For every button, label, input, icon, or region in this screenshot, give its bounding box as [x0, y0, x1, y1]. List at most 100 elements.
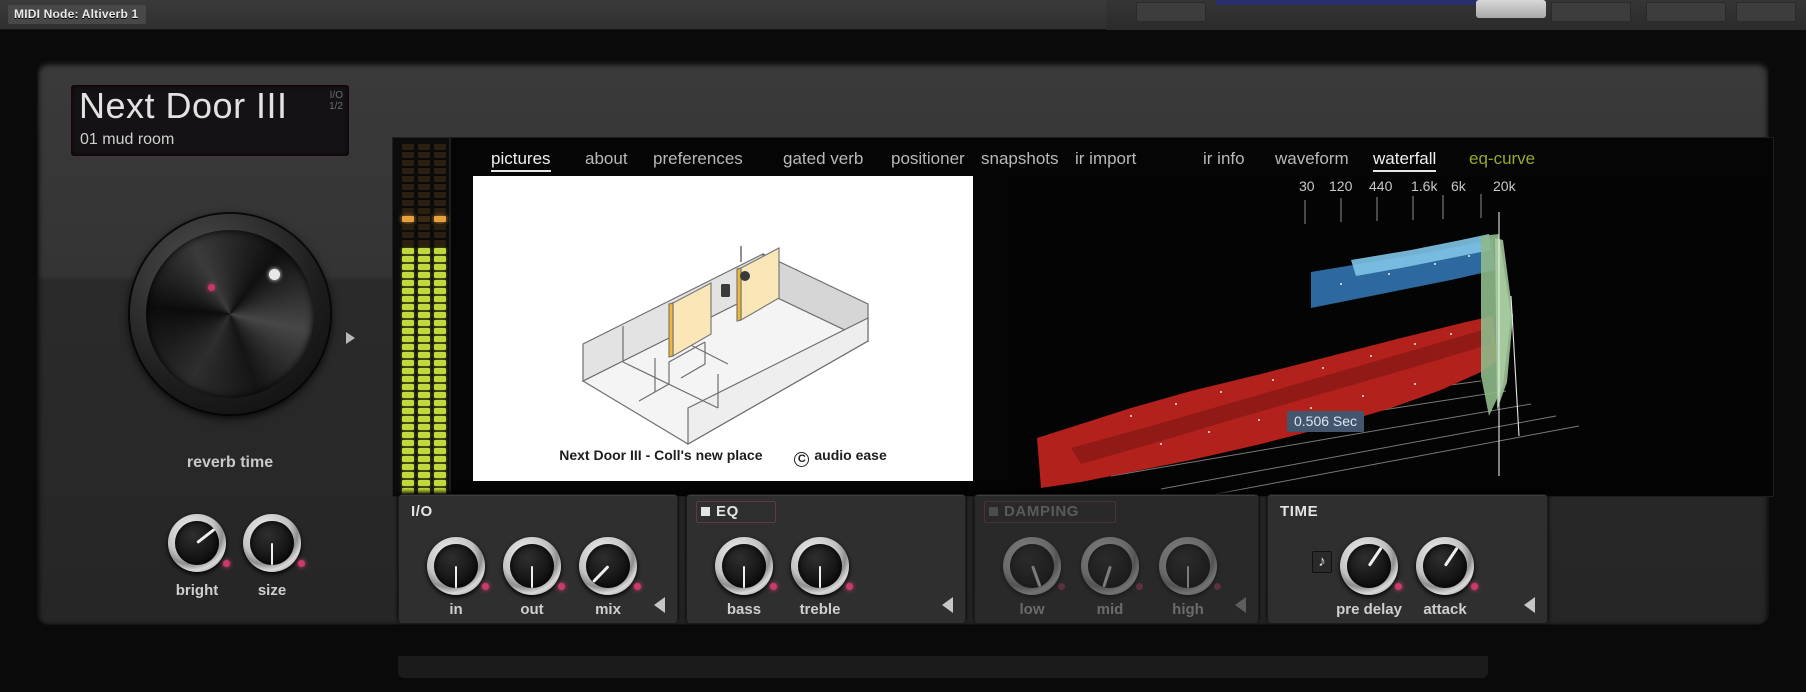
treble-knob-indicator	[818, 566, 822, 588]
chassis-foot-plate	[398, 656, 1488, 678]
module-io-expander[interactable]	[654, 597, 665, 613]
level-meters	[392, 137, 450, 497]
freq-label-1.6k: 1.6k	[1411, 178, 1438, 194]
meter-segment	[402, 184, 414, 190]
bright-knob[interactable]	[168, 514, 226, 572]
ir-picture[interactable]: Next Door III - Coll's new place Caudio …	[473, 176, 973, 481]
out-knob[interactable]	[503, 537, 561, 595]
menu-item-snapshots[interactable]: snapshots	[981, 149, 1059, 169]
freq-label-30: 30	[1299, 178, 1315, 194]
freq-label-20k: 20k	[1493, 178, 1516, 194]
menu-item-preferences[interactable]: preferences	[653, 149, 743, 169]
host-toolbar-segment[interactable]	[1646, 2, 1726, 22]
meter-segment	[434, 184, 446, 190]
meter-segment	[418, 416, 430, 422]
meter-segment	[434, 424, 446, 430]
altiverb-plugin-window: Next Door III 01 mud room I/O 1/2 reverb…	[0, 30, 1806, 692]
meter-segment	[418, 448, 430, 454]
mid-knob	[1081, 537, 1139, 595]
meter-segment	[418, 208, 430, 214]
meter-segment	[402, 160, 414, 166]
menu-item-eq-curve[interactable]: eq-curve	[1469, 149, 1535, 169]
tempo-sync-note-icon[interactable]: ♪	[1312, 551, 1332, 573]
pre-delay-knob[interactable]	[1340, 537, 1398, 595]
mix-knob-cap	[586, 544, 630, 588]
meter-column-2	[418, 144, 430, 494]
meter-segment	[418, 384, 430, 390]
preset-subtitle: 01 mud room	[80, 131, 175, 148]
meter-segment	[402, 416, 414, 422]
meter-segment	[402, 224, 414, 230]
meter-segment	[434, 152, 446, 158]
module-eq-enable-checkbox[interactable]	[701, 507, 710, 516]
treble-knob[interactable]	[791, 537, 849, 595]
host-toolbar-segment[interactable]	[1736, 2, 1796, 22]
reverb-time-knob[interactable]	[130, 214, 355, 434]
picture-caption: Next Door III - Coll's new place Caudio …	[473, 447, 973, 467]
room-diagram-icon	[581, 246, 870, 446]
picture-caption-text: Next Door III - Coll's new place	[559, 447, 763, 463]
host-toolbar-knob[interactable]	[1476, 0, 1546, 18]
meter-segment	[434, 232, 446, 238]
meter-segment	[434, 448, 446, 454]
meter-segment	[402, 264, 414, 270]
menu-item-ir-info[interactable]: ir info	[1203, 149, 1245, 169]
freq-label-440: 440	[1369, 178, 1393, 194]
meter-segment	[418, 408, 430, 414]
picture-copyright: Caudio ease	[794, 447, 887, 467]
menu-item-positioner[interactable]: positioner	[891, 149, 965, 169]
pre-delay-led	[1395, 583, 1402, 590]
module-io: I/O in out mix	[398, 494, 678, 624]
bass-knob[interactable]	[715, 537, 773, 595]
meter-segment	[402, 176, 414, 182]
meter-segment	[434, 256, 446, 262]
reverb-time-label: reverb time	[186, 454, 274, 471]
menu-item-ir-import[interactable]: ir import	[1075, 149, 1136, 169]
meter-segment	[418, 232, 430, 238]
meter-segment	[434, 384, 446, 390]
mix-knob[interactable]	[579, 537, 637, 595]
reverb-time-knob-pointer	[346, 332, 355, 344]
meter-segment	[402, 200, 414, 206]
menu-item-waterfall[interactable]: waterfall	[1373, 149, 1437, 172]
meter-segment	[418, 368, 430, 374]
meter-segment	[418, 344, 430, 350]
out-knob-cap	[510, 544, 554, 588]
waterfall-plot	[1011, 176, 1771, 494]
module-eq-header[interactable]: EQ	[696, 501, 776, 523]
menu-item-about[interactable]: about	[585, 149, 628, 169]
menu-item-waveform[interactable]: waveform	[1275, 149, 1349, 169]
out-knob-indicator	[530, 566, 534, 588]
menu-item-pictures[interactable]: pictures	[491, 149, 551, 172]
meter-segment	[402, 408, 414, 414]
in-knob[interactable]	[427, 537, 485, 595]
time-readout-badge[interactable]: 0.506 Sec	[1287, 411, 1365, 432]
meter-segment	[402, 192, 414, 198]
waterfall-graph[interactable]: 30 120 440 1.6k 6k 20k 0.506 Sec	[1011, 176, 1771, 494]
meter-segment	[418, 176, 430, 182]
module-damping-header[interactable]: DAMPING	[984, 501, 1117, 523]
treble-knob-cap	[798, 544, 842, 588]
meter-segment	[418, 272, 430, 278]
module-damping-expander[interactable]	[1235, 597, 1246, 613]
menu-item-gated-verb[interactable]: gated verb	[783, 149, 863, 169]
module-damping-enable-checkbox[interactable]	[989, 507, 998, 516]
preset-display[interactable]: Next Door III 01 mud room I/O 1/2	[70, 84, 350, 157]
meter-segment	[434, 352, 446, 358]
pre-delay-knob-indicator	[1368, 547, 1383, 567]
size-knob[interactable]	[243, 514, 301, 572]
meter-segment	[434, 264, 446, 270]
host-toolbar-segment[interactable]	[1551, 2, 1631, 22]
meter-segment	[434, 176, 446, 182]
attack-knob[interactable]	[1416, 537, 1474, 595]
freq-label-6k: 6k	[1451, 178, 1466, 194]
size-knob-cap	[250, 521, 294, 565]
host-toolbar-segment[interactable]	[1136, 2, 1206, 22]
module-eq-expander[interactable]	[942, 597, 953, 613]
module-time-expander[interactable]	[1524, 597, 1535, 613]
meter-segment	[434, 392, 446, 398]
midi-node-label: MIDI Node: Altiverb 1	[8, 5, 147, 24]
meter-segment	[402, 328, 414, 334]
high-knob-cap	[1166, 544, 1210, 588]
meter-segment	[434, 272, 446, 278]
